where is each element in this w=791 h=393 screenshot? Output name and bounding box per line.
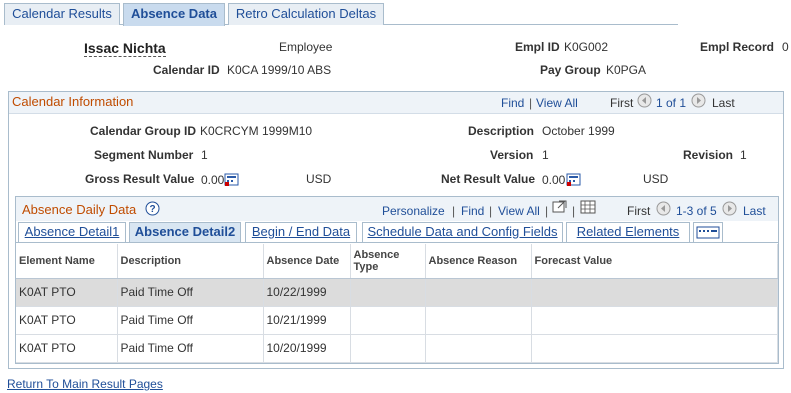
calendar-first-label: First xyxy=(610,96,634,110)
revision-value: 1 xyxy=(740,148,747,162)
tab-retro-calculation-deltas[interactable]: Retro Calculation Deltas xyxy=(228,3,384,25)
cell-forecast-value xyxy=(531,278,778,307)
net-currency: USD xyxy=(643,172,669,186)
nav-separator: | xyxy=(529,96,533,110)
absence-daily-data-title: Absence Daily Data xyxy=(22,202,137,217)
column-header-description[interactable]: Description xyxy=(117,244,264,279)
next-arrow-icon[interactable] xyxy=(722,201,737,219)
calendar-view-all-link[interactable]: View All xyxy=(536,96,578,110)
calendar-group-id-value: K0CRCYM 1999M10 xyxy=(200,124,313,138)
gross-result-value: 0.00 xyxy=(201,173,225,187)
calendar-find-link[interactable]: Find xyxy=(501,96,524,110)
empl-record-value: 0 xyxy=(782,40,789,54)
tab-calendar-results[interactable]: Calendar Results xyxy=(4,3,120,25)
absence-daily-data-grid: Absence Detail1 Absence Detail2 Begin / … xyxy=(15,196,779,364)
column-header-forecast-value[interactable]: Forecast Value xyxy=(531,244,778,279)
calendar-group-id-label: Calendar Group ID xyxy=(90,124,197,138)
cell-absence-reason xyxy=(425,334,532,363)
previous-arrow-icon[interactable] xyxy=(656,201,671,219)
employee-name[interactable]: Issac Nichta xyxy=(84,40,166,57)
column-header-absence-type[interactable]: Absence Type xyxy=(350,244,426,279)
grid-page-range: 1-3 of 5 xyxy=(676,204,717,218)
calendar-id-value: K0CA 1999/10 ABS xyxy=(227,63,332,77)
cell-absence-date: 10/22/1999 xyxy=(263,278,351,307)
calculator-icon[interactable] xyxy=(224,173,239,190)
pay-group-value: K0PGA xyxy=(606,63,647,77)
previous-arrow-icon[interactable] xyxy=(637,93,652,111)
grid-last-label[interactable]: Last xyxy=(743,204,766,218)
calendar-id-label: Calendar ID xyxy=(153,63,220,77)
tab-absence-data[interactable]: Absence Data xyxy=(123,3,225,26)
calendar-last-label: Last xyxy=(712,96,735,110)
grid-first-label: First xyxy=(627,204,651,218)
grid-view-all-link[interactable]: View All xyxy=(498,204,540,218)
calculator-icon[interactable] xyxy=(566,173,581,190)
table-row[interactable]: K0AT PTO Paid Time Off 10/22/1999 xyxy=(16,278,778,307)
version-label: Version xyxy=(490,148,534,162)
show-all-columns-icon[interactable] xyxy=(693,222,723,242)
table-row[interactable]: K0AT PTO Paid Time Off 10/20/1999 xyxy=(16,334,778,363)
version-value: 1 xyxy=(542,148,549,162)
tab-divider xyxy=(16,242,778,243)
cell-absence-date: 10/20/1999 xyxy=(263,334,351,363)
cell-forecast-value xyxy=(531,334,778,363)
page-tabs: Calendar Results Absence Data Retro Calc… xyxy=(4,3,678,26)
empl-record-label: Empl Record xyxy=(700,40,775,54)
net-result-value: 0.00 xyxy=(542,173,566,187)
gross-result-label: Gross Result Value xyxy=(85,172,195,186)
tab-absence-detail2[interactable]: Absence Detail2 xyxy=(129,222,241,243)
cell-element-name: K0AT PTO xyxy=(16,306,118,335)
empl-id-label: Empl ID xyxy=(515,40,560,54)
cell-forecast-value xyxy=(531,306,778,335)
cell-absence-type xyxy=(350,278,426,307)
employee-role: Employee xyxy=(279,40,333,54)
column-header-absence-date[interactable]: Absence Date xyxy=(263,244,351,279)
next-arrow-icon[interactable] xyxy=(691,93,706,111)
absence-table: Element Name Description Absence Date Ab… xyxy=(16,244,778,363)
tab-schedule-data-config[interactable]: Schedule Data and Config Fields xyxy=(362,222,563,242)
cell-description: Paid Time Off xyxy=(117,334,264,363)
new-window-icon[interactable] xyxy=(552,199,568,217)
column-header-element-name[interactable]: Element Name xyxy=(16,244,118,279)
return-to-main-result-pages-link[interactable]: Return To Main Result Pages xyxy=(7,377,163,391)
description-value: October 1999 xyxy=(542,124,615,138)
nav-separator: | xyxy=(452,204,456,218)
column-header-absence-reason[interactable]: Absence Reason xyxy=(425,244,532,279)
calendar-page-range: 1 of 1 xyxy=(656,96,687,110)
tab-absence-detail1[interactable]: Absence Detail1 xyxy=(18,222,126,242)
cell-absence-date: 10/21/1999 xyxy=(263,306,351,335)
cell-absence-reason xyxy=(425,306,532,335)
cell-absence-type xyxy=(350,334,426,363)
tab-related-elements[interactable]: Related Elements xyxy=(566,222,690,242)
nav-separator: | xyxy=(572,204,576,218)
cell-element-name: K0AT PTO xyxy=(16,334,118,363)
segment-number-value: 1 xyxy=(201,148,208,162)
grid-personalize-link[interactable]: Personalize xyxy=(382,204,445,218)
net-result-label: Net Result Value xyxy=(441,172,536,186)
cell-description: Paid Time Off xyxy=(117,306,264,335)
gross-currency: USD xyxy=(306,172,332,186)
svg-text:?: ? xyxy=(149,204,155,215)
tab-begin-end-data[interactable]: Begin / End Data xyxy=(245,222,357,242)
cell-description: Paid Time Off xyxy=(117,278,264,307)
revision-label: Revision xyxy=(683,148,734,162)
nav-separator: | xyxy=(489,204,493,218)
nav-separator: | xyxy=(545,204,549,218)
pay-group-label: Pay Group xyxy=(540,63,601,77)
segment-number-label: Segment Number xyxy=(94,148,194,162)
cell-element-name: K0AT PTO xyxy=(16,278,118,307)
table-row[interactable]: K0AT PTO Paid Time Off 10/21/1999 xyxy=(16,306,778,335)
calendar-information-title: Calendar Information xyxy=(12,94,134,109)
empl-id-value: K0G002 xyxy=(564,40,609,54)
download-spreadsheet-icon[interactable] xyxy=(580,200,596,217)
help-icon[interactable]: ? xyxy=(145,201,160,219)
cell-absence-type xyxy=(350,306,426,335)
grid-find-link[interactable]: Find xyxy=(461,204,484,218)
description-label: Description xyxy=(468,124,535,138)
cell-absence-reason xyxy=(425,278,532,307)
